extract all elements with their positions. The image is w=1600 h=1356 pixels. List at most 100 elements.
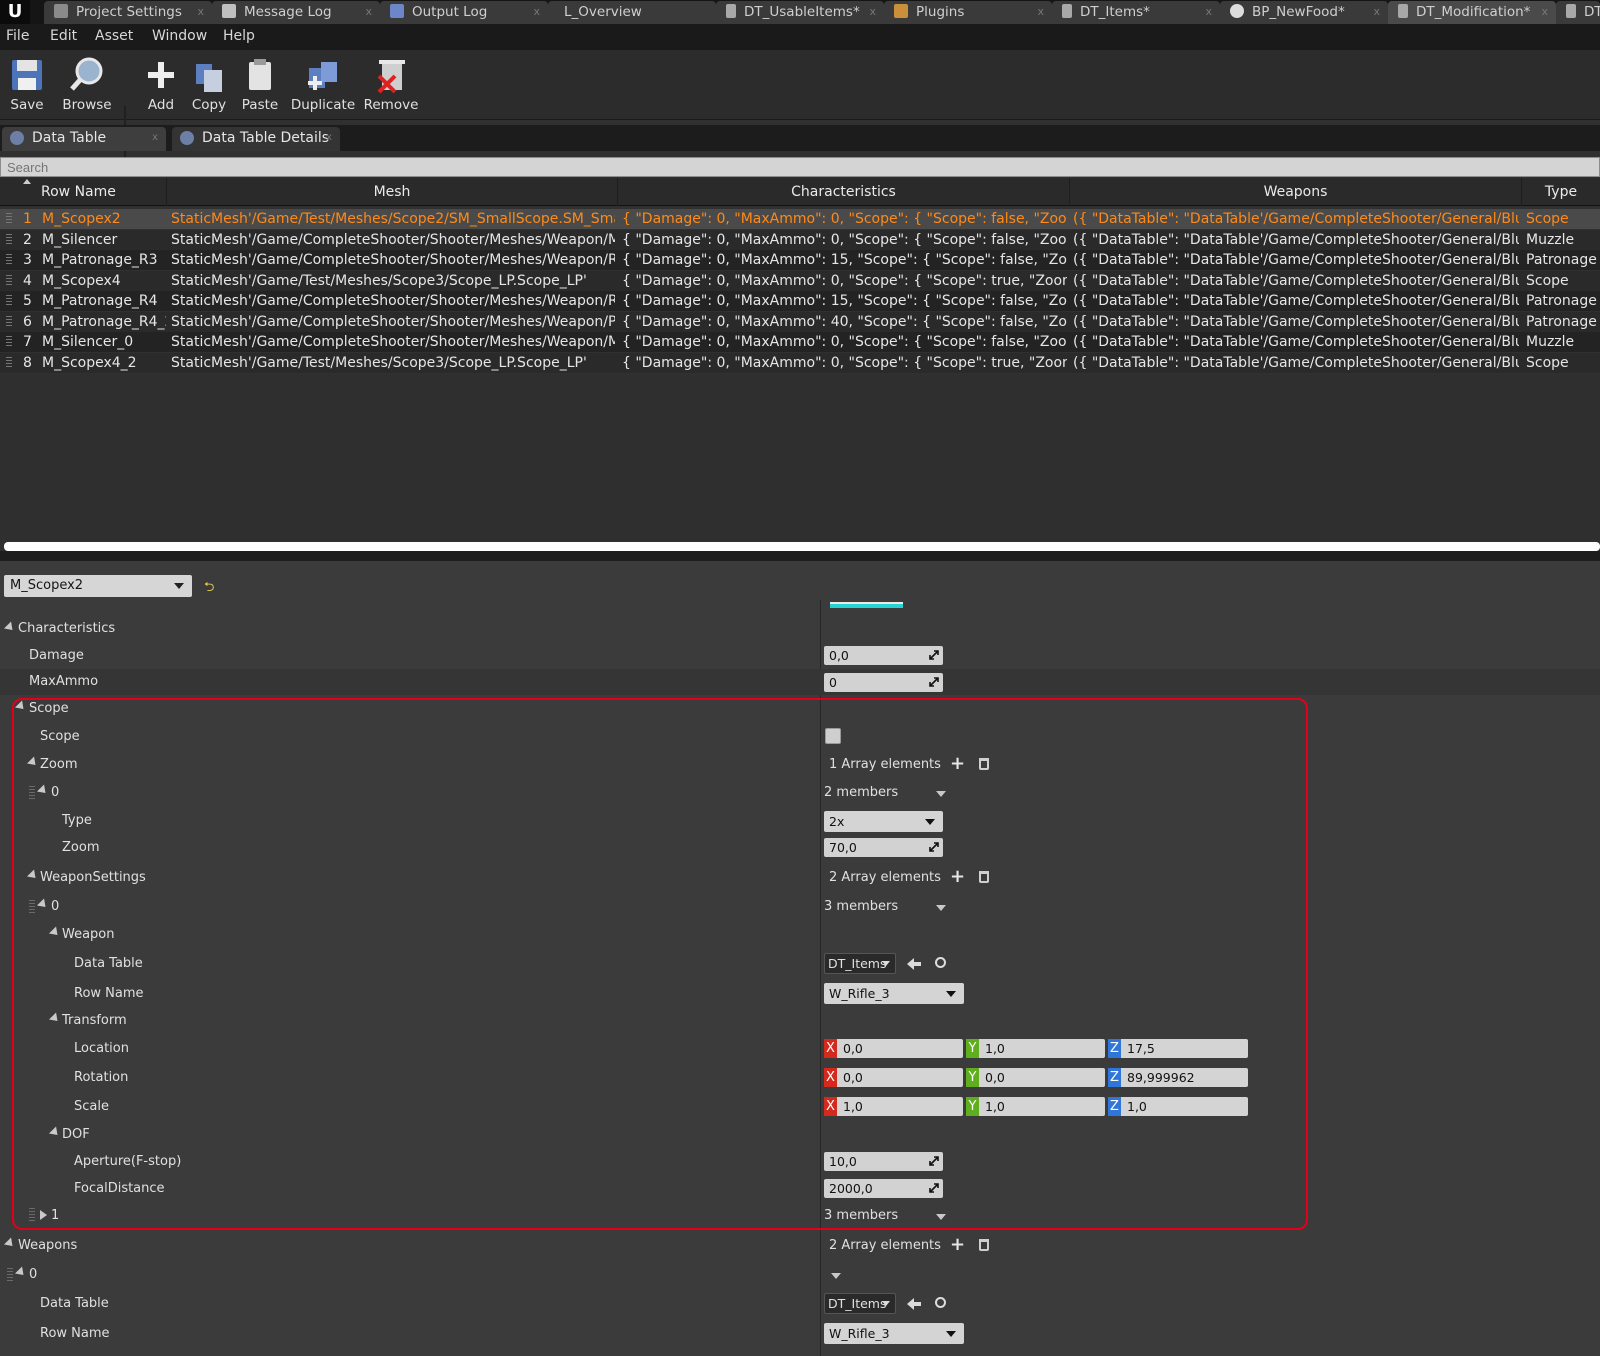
- tab-dt-modification[interactable]: DT_Modification* x: [1388, 1, 1556, 24]
- column-header-mesh[interactable]: Mesh: [166, 178, 617, 206]
- use-selected-arrow-icon[interactable]: [907, 1298, 921, 1310]
- copy-button[interactable]: Copy: [186, 50, 232, 120]
- aperture-input[interactable]: 10,0: [824, 1152, 943, 1171]
- close-icon[interactable]: x: [1205, 1, 1212, 23]
- drag-handle-icon[interactable]: [6, 315, 12, 328]
- table-row[interactable]: 5 M_Patronage_R4 StaticMesh'/Game/Comple…: [0, 291, 1600, 311]
- browse-magnifier-icon[interactable]: [935, 957, 946, 968]
- drag-handle-icon[interactable]: [6, 336, 12, 348]
- table-row[interactable]: 2 M_Silencer StaticMesh'/Game/CompleteSh…: [0, 229, 1600, 250]
- expand-triangle-icon[interactable]: [14, 1266, 28, 1279]
- rotation-x-input[interactable]: X 0,0: [824, 1068, 963, 1087]
- close-icon[interactable]: x: [1373, 1, 1380, 23]
- close-icon[interactable]: x: [1037, 1, 1044, 23]
- tab-project-settings[interactable]: Project Settings x: [44, 1, 212, 24]
- close-icon[interactable]: x: [197, 1, 204, 23]
- add-button[interactable]: Add: [138, 50, 184, 120]
- tab-bp-newfood[interactable]: BP_NewFood* x: [1220, 1, 1388, 24]
- add-element-icon[interactable]: +: [950, 755, 965, 773]
- tab-output-log[interactable]: Output Log x: [380, 1, 548, 24]
- reset-arrow-icon[interactable]: ⮌: [204, 578, 214, 600]
- scale-x-input[interactable]: X 1,0: [824, 1097, 963, 1116]
- drag-handle-icon[interactable]: [7, 1268, 13, 1282]
- add-element-icon[interactable]: +: [950, 868, 965, 886]
- horizontal-scrollbar[interactable]: [4, 542, 1600, 551]
- menu-file[interactable]: File: [6, 28, 29, 44]
- damage-input[interactable]: 0,0: [824, 646, 943, 665]
- browse-magnifier-icon[interactable]: [935, 1297, 946, 1308]
- expand-triangle-icon[interactable]: [26, 869, 40, 882]
- table-row[interactable]: 7 M_Silencer_0 StaticMesh'/Game/Complete…: [0, 332, 1600, 352]
- panel-splitter[interactable]: [0, 551, 1600, 561]
- location-z-input[interactable]: Z 17,5: [1108, 1039, 1248, 1058]
- expand-triangle-icon[interactable]: [48, 1012, 62, 1025]
- drag-handle-icon[interactable]: [6, 233, 12, 246]
- drag-handle-icon[interactable]: [6, 213, 12, 225]
- expand-triangle-icon[interactable]: [3, 621, 17, 634]
- close-icon[interactable]: x: [152, 127, 158, 149]
- unreal-logo-icon[interactable]: U: [0, 0, 30, 24]
- tab-dt[interactable]: DT: [1556, 1, 1600, 24]
- column-header-characteristics[interactable]: Characteristics: [617, 178, 1069, 206]
- rotation-z-input[interactable]: Z 89,999962: [1108, 1068, 1248, 1087]
- menu-help[interactable]: Help: [223, 28, 255, 44]
- menu-asset[interactable]: Asset: [95, 28, 133, 44]
- location-y-input[interactable]: Y 1,0: [966, 1039, 1105, 1058]
- location-x-input[interactable]: X 0,0: [824, 1039, 963, 1058]
- duplicate-button[interactable]: Duplicate: [290, 50, 356, 120]
- expand-triangle-icon[interactable]: [36, 784, 50, 797]
- drag-handle-icon[interactable]: [29, 900, 35, 914]
- tab-l-overview[interactable]: L_Overview: [548, 1, 716, 24]
- drag-handle-icon[interactable]: [6, 295, 12, 307]
- column-header-row-name[interactable]: Row Name: [0, 178, 166, 206]
- row-name-combo[interactable]: W_Rifle_3: [824, 983, 964, 1004]
- chevron-down-icon[interactable]: [936, 905, 946, 911]
- scale-y-input[interactable]: Y 1,0: [966, 1097, 1105, 1116]
- trash-icon[interactable]: [979, 1239, 989, 1251]
- column-header-type[interactable]: Type: [1521, 178, 1600, 206]
- rotation-y-input[interactable]: Y 0,0: [966, 1068, 1105, 1087]
- close-icon[interactable]: x: [1541, 1, 1548, 23]
- menu-edit[interactable]: Edit: [50, 28, 77, 44]
- drag-handle-icon[interactable]: [6, 274, 12, 287]
- paste-button[interactable]: Paste: [234, 50, 286, 120]
- use-selected-arrow-icon[interactable]: [907, 958, 921, 970]
- column-header-weapons[interactable]: Weapons: [1069, 178, 1521, 206]
- search-input[interactable]: [1, 158, 1599, 176]
- table-row[interactable]: 8 M_Scopex4_2 StaticMesh'/Game/Test/Mesh…: [0, 352, 1600, 373]
- table-row[interactable]: 6 M_Patronage_R4_2 StaticMesh'/Game/Comp…: [0, 311, 1600, 332]
- chevron-down-icon[interactable]: [936, 1214, 946, 1220]
- chevron-down-icon[interactable]: [831, 1273, 841, 1279]
- table-row[interactable]: 4 M_Scopex4 StaticMesh'/Game/Test/Meshes…: [0, 270, 1600, 291]
- expand-triangle-icon[interactable]: [48, 926, 62, 939]
- drag-handle-icon[interactable]: [6, 356, 12, 369]
- tab-plugins[interactable]: Plugins x: [884, 1, 1052, 24]
- browse-button[interactable]: Browse: [58, 50, 116, 120]
- close-icon[interactable]: x: [326, 127, 332, 149]
- trash-icon[interactable]: [979, 758, 989, 770]
- scope-checkbox[interactable]: [825, 728, 841, 744]
- close-icon[interactable]: x: [533, 1, 540, 23]
- close-icon[interactable]: x: [365, 1, 372, 23]
- tab-message-log[interactable]: Message Log x: [212, 1, 380, 24]
- zoom-input[interactable]: 70,0: [824, 838, 943, 857]
- tab-data-table[interactable]: Data Table x: [2, 127, 166, 151]
- menu-window[interactable]: Window: [152, 28, 207, 44]
- tab-dt-items[interactable]: DT_Items* x: [1052, 1, 1220, 24]
- type-combo[interactable]: 2x: [824, 811, 943, 832]
- tab-dt-usableitems[interactable]: DT_UsableItems* x: [716, 1, 884, 24]
- row-selector-combo[interactable]: M_Scopex2: [4, 575, 192, 597]
- maxammo-input[interactable]: 0: [824, 673, 943, 692]
- table-row[interactable]: 3 M_Patronage_R3 StaticMesh'/Game/Comple…: [0, 250, 1600, 270]
- expand-triangle-icon[interactable]: [36, 898, 50, 911]
- remove-button[interactable]: Remove: [362, 50, 420, 120]
- data-table-combo[interactable]: DT_Items: [824, 953, 896, 974]
- table-row[interactable]: 1 M_Scopex2 StaticMesh'/Game/Test/Meshes…: [0, 209, 1600, 229]
- drag-handle-icon[interactable]: [29, 786, 35, 800]
- chevron-down-icon[interactable]: [936, 791, 946, 797]
- scale-z-input[interactable]: Z 1,0: [1108, 1097, 1248, 1116]
- expand-triangle-icon[interactable]: [48, 1126, 62, 1139]
- trash-icon[interactable]: [979, 871, 989, 883]
- focal-distance-input[interactable]: 2000,0: [824, 1179, 943, 1198]
- expand-triangle-icon[interactable]: [3, 1237, 17, 1250]
